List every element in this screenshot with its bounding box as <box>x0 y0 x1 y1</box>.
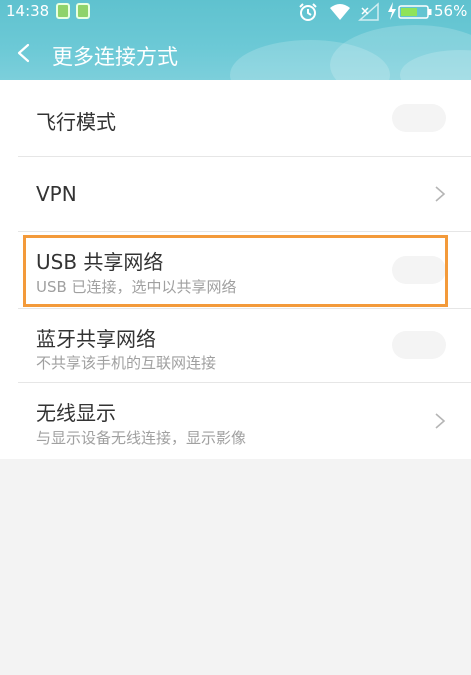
chevron-left-icon[interactable] <box>14 42 34 64</box>
alarm-icon <box>299 3 317 21</box>
chevron-right-icon <box>435 186 446 202</box>
status-time: 14:38 <box>6 2 50 20</box>
page-title: 更多连接方式 <box>52 45 178 69</box>
header: 14:38 56% 更多连接方式 <box>0 0 471 80</box>
bluetooth-tethering-toggle[interactable] <box>392 331 446 359</box>
signal-icon <box>358 2 379 21</box>
row-title: 飞行模式 <box>36 110 116 134</box>
row-subtitle: 不共享该手机的互联网连接 <box>36 354 217 372</box>
battery-percent: 56% <box>434 2 468 20</box>
row-subtitle: 与显示设备无线连接，显示影像 <box>36 429 247 447</box>
row-title: VPN <box>36 182 77 206</box>
row-title: 无线显示 <box>36 401 116 425</box>
wifi-icon <box>330 4 350 20</box>
row-title: 蓝牙共享网络 <box>36 327 156 351</box>
airplane-mode-toggle[interactable] <box>392 104 446 132</box>
charging-icon <box>388 2 396 20</box>
wireless-display-row[interactable]: 无线显示 与显示设备无线连接，显示影像 <box>0 383 471 459</box>
sim-icon <box>76 3 90 19</box>
sim-icon <box>56 3 70 19</box>
battery-icon <box>398 5 432 19</box>
highlight-box <box>23 235 448 307</box>
vpn-row[interactable]: VPN <box>0 157 471 231</box>
airplane-mode-row[interactable]: 飞行模式 <box>0 80 471 156</box>
chevron-right-icon <box>435 413 446 429</box>
bluetooth-tethering-row[interactable]: 蓝牙共享网络 不共享该手机的互联网连接 <box>0 309 471 382</box>
status-bar: 14:38 56% <box>0 0 471 24</box>
